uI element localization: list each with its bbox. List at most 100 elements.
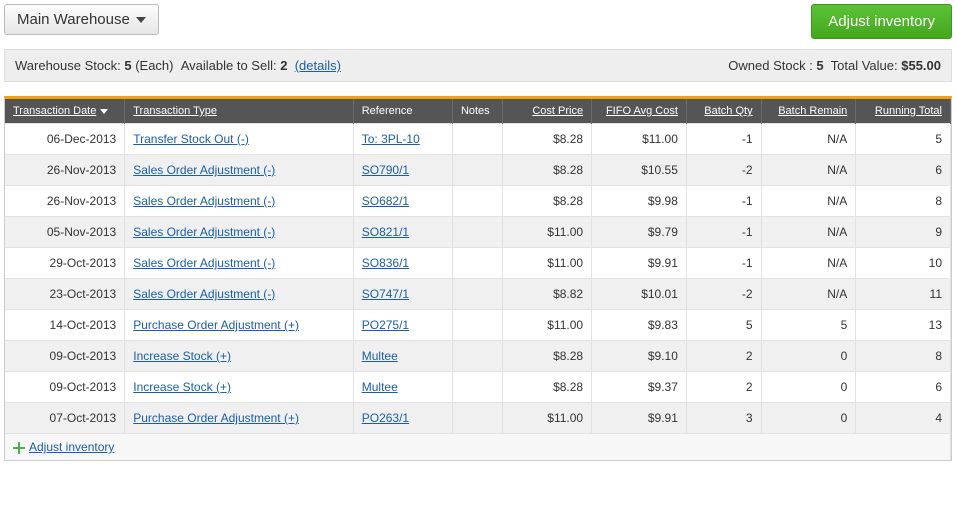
reference-link[interactable]: SO682/1 xyxy=(362,194,409,208)
cell-batch-remain: 0 xyxy=(761,341,856,372)
cell-cost: $11.00 xyxy=(502,248,591,279)
cell-fifo: $9.37 xyxy=(592,372,687,403)
warehouse-stock-value: 5 xyxy=(124,58,131,73)
summary-bar: Warehouse Stock: 5 (Each) Available to S… xyxy=(4,49,952,82)
cell-cost: $11.00 xyxy=(502,403,591,434)
cell-reference: Multee xyxy=(353,372,452,403)
cell-type: Sales Order Adjustment (-) xyxy=(125,217,354,248)
cell-type: Sales Order Adjustment (-) xyxy=(125,279,354,310)
cell-running-total: 5 xyxy=(856,124,951,155)
cell-notes xyxy=(452,155,502,186)
cell-reference: Multee xyxy=(353,341,452,372)
cell-date: 14-Oct-2013 xyxy=(5,310,125,341)
transaction-type-link[interactable]: Sales Order Adjustment (-) xyxy=(133,163,275,177)
details-link[interactable]: (details) xyxy=(295,58,341,73)
transaction-type-link[interactable]: Sales Order Adjustment (-) xyxy=(133,225,275,239)
table-row: 26-Nov-2013 Sales Order Adjustment (-) SO7… xyxy=(5,155,951,186)
cell-cost: $8.28 xyxy=(502,124,591,155)
table-row: 14-Oct-2013 Purchase Order Adjustment (+)… xyxy=(5,310,951,341)
cell-batch-qty: -1 xyxy=(686,124,761,155)
reference-link[interactable]: PO275/1 xyxy=(362,318,409,332)
reference-link[interactable]: SO836/1 xyxy=(362,256,409,270)
cell-type: Sales Order Adjustment (-) xyxy=(125,155,354,186)
col-header-fifo-avg[interactable]: FIFO Avg Cost xyxy=(592,99,687,124)
summary-right: Owned Stock : 5 Total Value: $55.00 xyxy=(728,58,941,73)
col-header-cost-price[interactable]: Cost Price xyxy=(502,99,591,124)
cell-reference: SO821/1 xyxy=(353,217,452,248)
transaction-type-link[interactable]: Sales Order Adjustment (-) xyxy=(133,287,275,301)
cell-running-total: 8 xyxy=(856,341,951,372)
cell-reference: SO682/1 xyxy=(353,186,452,217)
reference-link[interactable]: Multee xyxy=(362,380,398,394)
reference-link[interactable]: To: 3PL-10 xyxy=(362,132,420,146)
col-header-type[interactable]: Transaction Type xyxy=(125,99,354,124)
cell-running-total: 9 xyxy=(856,217,951,248)
cell-cost: $11.00 xyxy=(502,217,591,248)
cell-cost: $8.82 xyxy=(502,279,591,310)
cell-batch-remain: N/A xyxy=(761,248,856,279)
cell-fifo: $9.91 xyxy=(592,403,687,434)
cell-running-total: 4 xyxy=(856,403,951,434)
adjust-inventory-link[interactable]: Adjust inventory xyxy=(13,440,114,454)
summary-left: Warehouse Stock: 5 (Each) Available to S… xyxy=(15,58,341,73)
cell-batch-qty: 2 xyxy=(686,372,761,403)
transaction-type-link[interactable]: Purchase Order Adjustment (+) xyxy=(133,318,299,332)
cell-notes xyxy=(452,248,502,279)
cell-type: Increase Stock (+) xyxy=(125,341,354,372)
cell-notes xyxy=(452,310,502,341)
col-header-running-total[interactable]: Running Total xyxy=(856,99,951,124)
table-row: 26-Nov-2013 Sales Order Adjustment (-) SO6… xyxy=(5,186,951,217)
cell-cost: $11.00 xyxy=(502,310,591,341)
table-row: 09-Oct-2013Increase Stock (+)Multee$8.28… xyxy=(5,341,951,372)
warehouse-dropdown[interactable]: Main Warehouse xyxy=(4,4,159,35)
cell-notes xyxy=(452,186,502,217)
owned-stock-value: 5 xyxy=(816,58,823,73)
reference-link[interactable]: PO263/1 xyxy=(362,411,409,425)
cell-type: Transfer Stock Out (-) xyxy=(125,124,354,155)
reference-link[interactable]: Multee xyxy=(362,349,398,363)
cell-batch-qty: -1 xyxy=(686,217,761,248)
col-header-notes[interactable]: Notes xyxy=(452,99,502,124)
cell-date: 26-Nov-2013 xyxy=(5,155,125,186)
cell-date: 09-Oct-2013 xyxy=(5,341,125,372)
transaction-type-link[interactable]: Increase Stock (+) xyxy=(133,349,231,363)
transaction-type-link[interactable]: Purchase Order Adjustment (+) xyxy=(133,411,299,425)
col-header-batch-remain[interactable]: Batch Remain xyxy=(761,99,856,124)
cell-notes xyxy=(452,403,502,434)
reference-link[interactable]: SO747/1 xyxy=(362,287,409,301)
transaction-type-link[interactable]: Sales Order Adjustment (-) xyxy=(133,256,275,270)
col-header-reference[interactable]: Reference xyxy=(353,99,452,124)
cell-running-total: 11 xyxy=(856,279,951,310)
plus-icon xyxy=(13,442,25,454)
table-row: 29-Oct-2013Sales Order Adjustment (-)SO8… xyxy=(5,248,951,279)
cell-fifo: $9.10 xyxy=(592,341,687,372)
cell-notes xyxy=(452,217,502,248)
col-header-date[interactable]: Transaction Date xyxy=(5,99,125,124)
cell-reference: SO747/1 xyxy=(353,279,452,310)
cell-type: Increase Stock (+) xyxy=(125,372,354,403)
col-header-batch-qty[interactable]: Batch Qty xyxy=(686,99,761,124)
reference-link[interactable]: SO790/1 xyxy=(362,163,409,177)
transaction-type-link[interactable]: Transfer Stock Out (-) xyxy=(133,132,249,146)
warehouse-label: Main Warehouse xyxy=(17,11,130,28)
cell-notes xyxy=(452,279,502,310)
total-value: $55.00 xyxy=(901,58,941,73)
cell-date: 26-Nov-2013 xyxy=(5,186,125,217)
cell-batch-remain: N/A xyxy=(761,124,856,155)
cell-cost: $8.28 xyxy=(502,372,591,403)
cell-running-total: 8 xyxy=(856,186,951,217)
cell-batch-qty: 3 xyxy=(686,403,761,434)
cell-reference: SO836/1 xyxy=(353,248,452,279)
cell-cost: $8.28 xyxy=(502,186,591,217)
cell-batch-qty: -2 xyxy=(686,279,761,310)
transaction-type-link[interactable]: Increase Stock (+) xyxy=(133,380,231,394)
reference-link[interactable]: SO821/1 xyxy=(362,225,409,239)
transaction-type-link[interactable]: Sales Order Adjustment (-) xyxy=(133,194,275,208)
available-value: 2 xyxy=(280,58,287,73)
table-row: 06-Dec-2013Transfer Stock Out (-)To: 3PL… xyxy=(5,124,951,155)
cell-batch-remain: 0 xyxy=(761,372,856,403)
cell-type: Purchase Order Adjustment (+) xyxy=(125,403,354,434)
table-row: 05-Nov-2013Sales Order Adjustment (-)SO8… xyxy=(5,217,951,248)
cell-fifo: $10.55 xyxy=(592,155,687,186)
adjust-inventory-button[interactable]: Adjust inventory xyxy=(811,4,952,39)
